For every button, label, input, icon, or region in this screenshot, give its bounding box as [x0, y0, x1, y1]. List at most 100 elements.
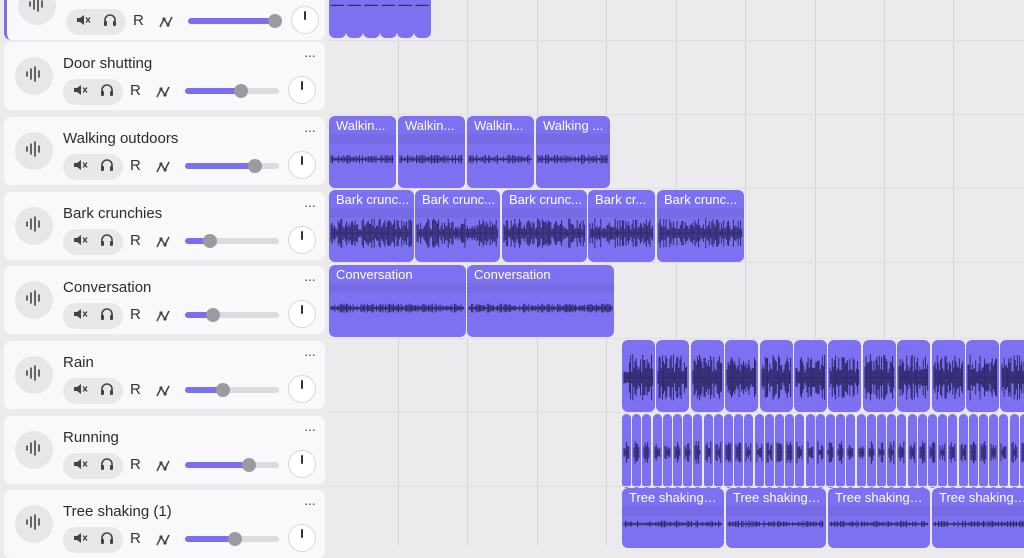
volume-knob[interactable]: [206, 308, 221, 322]
automation-button[interactable]: [155, 383, 171, 399]
audio-clip[interactable]: Conversation: [329, 265, 466, 337]
solo-button[interactable]: [98, 307, 116, 325]
track-waveform-button[interactable]: [15, 132, 53, 170]
pan-knob[interactable]: [288, 300, 316, 328]
mute-button[interactable]: [72, 531, 90, 549]
audio-clip[interactable]: [938, 414, 948, 488]
automation-button[interactable]: [158, 14, 174, 30]
audio-clip[interactable]: [693, 414, 703, 488]
audio-clip[interactable]: [989, 414, 999, 488]
audio-clip[interactable]: [931, 340, 965, 412]
audio-clip[interactable]: Bark crunc...: [329, 190, 414, 262]
volume-slider[interactable]: [185, 532, 279, 546]
pan-knob[interactable]: [288, 450, 316, 478]
volume-knob[interactable]: [215, 383, 230, 397]
record-arm-button[interactable]: R: [133, 12, 144, 29]
audio-clip[interactable]: [683, 414, 693, 488]
audio-clip[interactable]: [866, 414, 876, 488]
track-header[interactable]: Door shutting ··· R: [4, 42, 325, 110]
volume-knob[interactable]: [268, 14, 283, 28]
solo-button[interactable]: [101, 13, 119, 31]
track-header[interactable]: Bark crunchies ··· R: [4, 192, 325, 260]
volume-knob[interactable]: [203, 234, 218, 248]
audio-clip[interactable]: [815, 414, 825, 488]
audio-clip[interactable]: [958, 414, 968, 488]
audio-clip[interactable]: [622, 340, 655, 412]
track-header[interactable]: Running ··· R: [4, 416, 325, 484]
audio-clip[interactable]: [744, 414, 754, 488]
audio-clip[interactable]: [734, 414, 744, 488]
track-header[interactable]: ···R: [4, 0, 325, 40]
audio-clip[interactable]: [673, 414, 682, 488]
more-options-button[interactable]: ···: [304, 421, 316, 437]
record-arm-button[interactable]: R: [130, 82, 141, 99]
pan-knob[interactable]: [288, 375, 316, 403]
pan-knob[interactable]: [288, 524, 316, 552]
track-header[interactable]: Rain ··· R: [4, 341, 325, 409]
audio-clip[interactable]: [754, 414, 764, 488]
pan-knob[interactable]: [291, 6, 319, 34]
solo-button[interactable]: [98, 382, 116, 400]
mute-button[interactable]: [72, 158, 90, 176]
record-arm-button[interactable]: R: [130, 157, 141, 174]
audio-clip[interactable]: Walkin...: [329, 116, 396, 188]
audio-clip[interactable]: [632, 414, 642, 488]
audio-clip[interactable]: [928, 414, 937, 488]
volume-slider[interactable]: [185, 84, 279, 98]
record-arm-button[interactable]: R: [130, 456, 141, 473]
audio-clip[interactable]: [795, 414, 805, 488]
audio-clip[interactable]: [380, 0, 397, 38]
volume-slider[interactable]: [185, 234, 279, 248]
audio-clip[interactable]: [966, 340, 999, 412]
audio-clip[interactable]: [917, 414, 927, 488]
audio-clip[interactable]: [805, 414, 815, 488]
solo-button[interactable]: [98, 158, 116, 176]
volume-knob[interactable]: [241, 458, 256, 472]
pan-knob[interactable]: [288, 76, 316, 104]
audio-clip[interactable]: [397, 0, 414, 38]
audio-clip[interactable]: [968, 414, 978, 488]
audio-clip[interactable]: [690, 340, 724, 412]
audio-clip[interactable]: [897, 414, 907, 488]
audio-clip[interactable]: [346, 0, 363, 38]
automation-button[interactable]: [155, 234, 171, 250]
track-header[interactable]: Conversation ··· R: [4, 266, 325, 334]
audio-clip[interactable]: [759, 340, 793, 412]
audio-clip[interactable]: [948, 414, 958, 488]
volume-slider[interactable]: [185, 159, 279, 173]
volume-knob[interactable]: [247, 159, 262, 173]
mute-button[interactable]: [72, 83, 90, 101]
audio-clip[interactable]: [1019, 414, 1024, 488]
automation-button[interactable]: [155, 458, 171, 474]
audio-clip[interactable]: Bark cr...: [588, 190, 655, 262]
audio-clip[interactable]: [642, 414, 652, 488]
track-waveform-button[interactable]: [15, 281, 53, 319]
audio-clip[interactable]: [1000, 340, 1024, 412]
audio-clip[interactable]: [794, 340, 827, 412]
solo-button[interactable]: [98, 457, 116, 475]
audio-clip[interactable]: [856, 414, 866, 488]
volume-slider[interactable]: [188, 14, 283, 28]
record-arm-button[interactable]: R: [130, 381, 141, 398]
audio-clip[interactable]: [979, 414, 988, 488]
audio-clip[interactable]: [828, 340, 862, 412]
track-waveform-button[interactable]: [15, 505, 53, 543]
volume-knob[interactable]: [227, 532, 242, 546]
audio-clip[interactable]: Bark crunc...: [415, 190, 500, 262]
audio-clip[interactable]: [836, 414, 846, 488]
audio-clip[interactable]: Tree shaking (1): [622, 488, 724, 548]
audio-clip[interactable]: [652, 414, 662, 488]
more-options-button[interactable]: ···: [304, 346, 316, 362]
audio-clip[interactable]: Conversation: [467, 265, 614, 337]
audio-clip[interactable]: [363, 0, 380, 38]
audio-clip[interactable]: Bark crunc...: [657, 190, 744, 262]
audio-clip[interactable]: [414, 0, 431, 38]
volume-slider[interactable]: [185, 458, 279, 472]
audio-clip[interactable]: [656, 340, 690, 412]
audio-clip[interactable]: Tree shaking (1): [932, 488, 1024, 548]
more-options-button[interactable]: ···: [304, 197, 316, 213]
mute-button[interactable]: [72, 457, 90, 475]
audio-clip[interactable]: [846, 414, 856, 488]
audio-clip[interactable]: [862, 340, 896, 412]
track-waveform-button[interactable]: [15, 57, 53, 95]
